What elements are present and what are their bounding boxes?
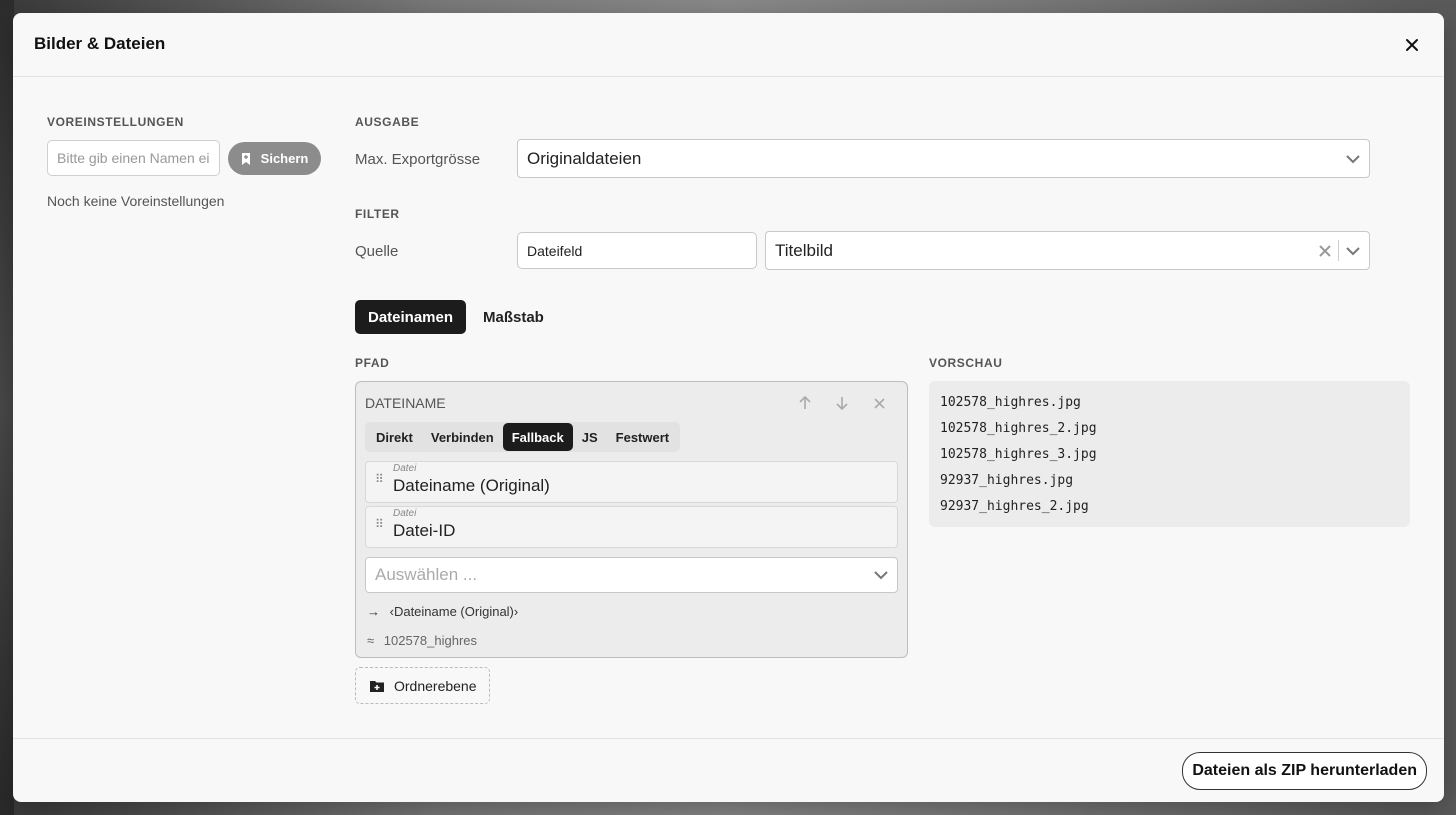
mode-festwert[interactable]: Festwert (607, 423, 678, 451)
arrow-up-icon (799, 396, 811, 409)
path-item[interactable]: ⠿ Datei Dateiname (Original) (365, 461, 898, 503)
modal-title: Bilder & Dateien (34, 34, 166, 53)
preview-file: 92937_highres.jpg (940, 473, 1074, 488)
move-up-button[interactable] (796, 394, 814, 412)
close-icon (873, 397, 885, 409)
arrow-right-icon: → (367, 604, 380, 619)
output-section-label: AUSGABE (355, 115, 420, 129)
result-preview: ≈ 102578_highres (367, 633, 477, 648)
bookmark-icon (241, 152, 250, 165)
clear-icon[interactable] (1319, 244, 1331, 257)
source-field-value: Dateifeld (527, 242, 583, 259)
approx-icon: ≈ (367, 633, 375, 648)
presets-empty-text: Noch keine Voreinstellungen (47, 193, 225, 209)
mode-js[interactable]: JS (573, 423, 607, 451)
drag-handle-icon[interactable]: ⠿ (375, 517, 384, 531)
add-field-placeholder: Auswählen ... (375, 565, 478, 584)
modal-header: Bilder & Dateien (13, 13, 1444, 77)
folder-plus-icon (370, 680, 384, 692)
path-block: DATEINAME Direkt Verbinden Fallback JS F… (355, 381, 908, 658)
add-folder-level-label: Ordnerebene (394, 677, 477, 694)
path-block-title: DATEINAME (365, 395, 446, 411)
path-item-value: Dateiname (Original) (393, 476, 550, 495)
path-item-type: Datei (393, 508, 417, 519)
close-button[interactable] (1400, 33, 1424, 57)
move-down-button[interactable] (833, 394, 851, 412)
save-preset-label: Sichern (260, 151, 309, 166)
result-preview-value: 102578_highres (383, 633, 478, 648)
arrow-down-icon (836, 397, 848, 410)
result-expression: → ‹Dateiname (Original)› (367, 604, 518, 619)
path-item-type: Datei (393, 463, 417, 474)
remove-block-button[interactable] (870, 394, 888, 412)
save-preset-button[interactable]: Sichern (228, 142, 321, 175)
mode-verbinden[interactable]: Verbinden (422, 423, 503, 451)
filter-section-label: FILTER (355, 207, 400, 221)
preview-file: 92937_highres_2.jpg (940, 499, 1089, 514)
path-item[interactable]: ⠿ Datei Datei-ID (365, 506, 898, 548)
preview-file: 102578_highres.jpg (940, 395, 1081, 410)
preview-section-label: VORSCHAU (929, 356, 1003, 370)
result-expression-text: ‹Dateiname (Original)› (389, 604, 519, 619)
mode-fallback[interactable]: Fallback (502, 423, 573, 451)
modal-footer: Dateien als ZIP herunterladen (13, 738, 1444, 802)
chevron-down-icon[interactable] (1345, 246, 1361, 256)
source-field-input[interactable]: Dateifeld (517, 232, 757, 269)
preview-file: 102578_highres_3.jpg (940, 447, 1097, 462)
mode-direkt[interactable]: Direkt (367, 423, 422, 451)
preview-file: 102578_highres_2.jpg (940, 421, 1097, 436)
export-modal: Bilder & Dateien VOREINSTELLUNGEN Sicher… (13, 13, 1444, 802)
source-select-value: Titelbild (775, 240, 833, 260)
mode-segmented-control: Direkt Verbinden Fallback JS Festwert (365, 422, 681, 452)
max-size-value: Originaldateien (527, 148, 642, 168)
add-field-select[interactable]: Auswählen ... (365, 557, 898, 593)
backdrop-edge (0, 0, 14, 815)
select-separator (1338, 240, 1339, 261)
preset-name-input[interactable] (47, 140, 220, 176)
preview-list: 102578_highres.jpg 102578_highres_2.jpg … (929, 381, 1410, 527)
source-select[interactable]: Titelbild (765, 231, 1370, 270)
presets-section-label: VOREINSTELLUNGEN (47, 115, 184, 129)
chevron-down-icon (874, 571, 888, 580)
source-label: Quelle (355, 243, 399, 260)
path-item-value: Datei-ID (393, 521, 456, 540)
max-size-select[interactable]: Originaldateien (517, 139, 1370, 178)
tab-massstab[interactable]: Maßstab (470, 300, 557, 334)
path-section-label: PFAD (355, 356, 390, 370)
max-size-label: Max. Exportgrösse (355, 151, 481, 168)
tab-dateinamen[interactable]: Dateinamen (355, 300, 467, 334)
close-icon (1406, 39, 1418, 51)
add-folder-level-button[interactable]: Ordnerebene (355, 667, 490, 704)
download-zip-button[interactable]: Dateien als ZIP herunterladen (1182, 752, 1427, 790)
chevron-down-icon (1346, 154, 1360, 163)
drag-handle-icon[interactable]: ⠿ (375, 472, 384, 486)
